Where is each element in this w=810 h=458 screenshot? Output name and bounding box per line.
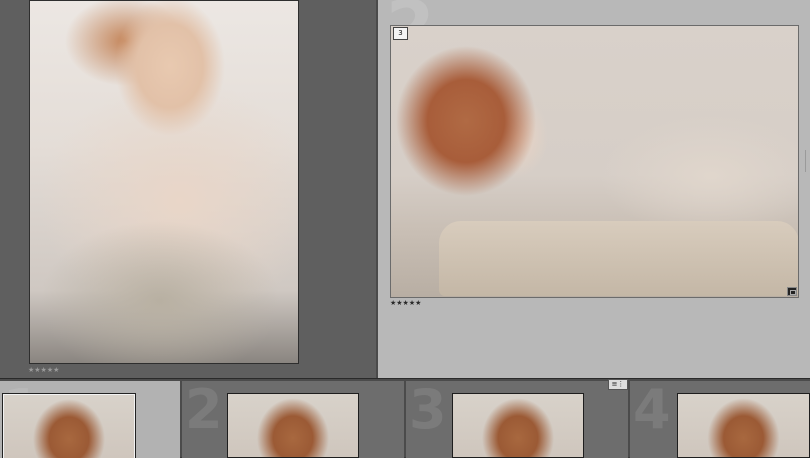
list-flag-icon[interactable]: ≡⋮ — [608, 379, 628, 390]
filmstrip-thumbnail[interactable] — [452, 393, 584, 458]
filmstrip-cell[interactable]: 4 — [630, 381, 810, 458]
cell-number: 4 — [633, 381, 671, 441]
right-edge-grip-handle[interactable] — [805, 150, 808, 172]
cell-number: 2 — [185, 381, 223, 441]
select-photo-veil-portrait[interactable] — [29, 0, 299, 364]
candidate-index-badge: 3 — [393, 27, 408, 40]
filmstrip-thumbnail[interactable] — [227, 393, 359, 458]
filmstrip-cell[interactable]: 1 — [0, 381, 180, 458]
filmstrip-cell[interactable]: 3 — [406, 381, 628, 458]
filmstrip-thumbnail[interactable] — [677, 393, 810, 458]
filmstrip-thumbnail[interactable] — [2, 393, 136, 458]
select-photo-rating[interactable]: ★★★★★ — [28, 367, 59, 374]
candidate-photo-rating[interactable]: ★★★★★ — [390, 300, 421, 307]
couch-shape — [439, 221, 798, 296]
filmstrip-cell[interactable]: 2 — [182, 381, 404, 458]
candidate-photo-couch[interactable] — [390, 25, 799, 298]
cell-number: 3 — [409, 381, 447, 441]
filmstrip: 1 2 3 4 — [0, 378, 810, 458]
photo-corner-icon[interactable] — [787, 287, 797, 296]
